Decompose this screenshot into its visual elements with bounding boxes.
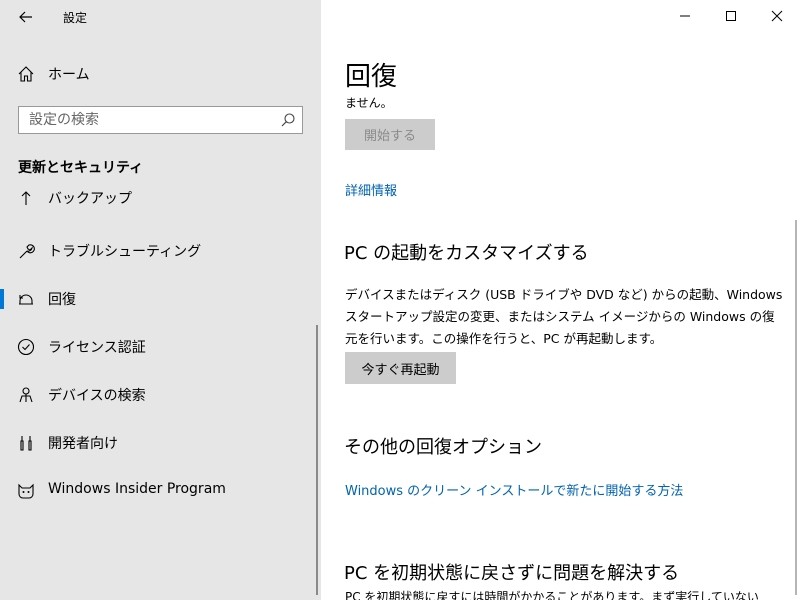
minimize-icon <box>680 15 690 17</box>
recovery-icon <box>16 289 36 309</box>
sidebar-item-label: 回復 <box>48 292 76 308</box>
clipped-description-text: ません。 <box>345 96 393 110</box>
sidebar: 設定 ホーム 更新とセキュリティ バックアップ <box>0 0 321 600</box>
clean-install-link[interactable]: Windows のクリーン インストールで新たに開始する方法 <box>345 480 683 499</box>
settings-search-input[interactable] <box>19 108 269 132</box>
start-button[interactable]: 開始する <box>345 119 435 150</box>
custom-startup-heading: PC の起動をカスタマイズする <box>344 243 589 264</box>
back-arrow-icon <box>19 11 32 23</box>
sidebar-item-insider[interactable]: Windows Insider Program <box>0 467 321 515</box>
other-options-heading: その他の回復オプション <box>344 437 542 458</box>
details-link[interactable]: 詳細情報 <box>345 180 397 199</box>
sidebar-item-label: トラブルシューティング <box>48 244 202 260</box>
custom-startup-description: デバイスまたはディスク (USB ドライブや DVD など) からの起動、Win… <box>345 287 783 346</box>
check-circle-icon <box>16 337 36 357</box>
active-indicator <box>0 289 4 309</box>
sidebar-item-label: Windows Insider Program <box>48 481 226 497</box>
sidebar-item-label: バックアップ <box>48 191 132 207</box>
fix-without-reset-description: PC を初期状態に戻すには時間がかかることがあります。まず実行していない <box>345 590 759 600</box>
main-scrollbar[interactable] <box>795 220 797 595</box>
wrench-icon <box>16 241 36 261</box>
minimize-button[interactable] <box>662 0 708 32</box>
sidebar-item-label: 開発者向け <box>48 436 118 452</box>
settings-search-box[interactable] <box>18 106 303 134</box>
sidebar-item-activation[interactable]: ライセンス認証 <box>0 323 321 371</box>
sidebar-item-backup[interactable]: バックアップ <box>0 182 321 230</box>
sidebar-item-label: デバイスの検索 <box>48 388 146 404</box>
sidebar-item-home[interactable]: ホーム <box>0 56 321 92</box>
search-icon[interactable] <box>280 112 296 128</box>
restart-now-button[interactable]: 今すぐ再起動 <box>345 352 456 384</box>
app-title: 設定 <box>63 11 88 25</box>
sidebar-item-find-device[interactable]: デバイスの検索 <box>0 371 321 419</box>
fix-without-reset-heading: PC を初期状態に戻さずに問題を解決する <box>344 563 680 584</box>
sidebar-nav-list: バックアップ トラブルシューティング 回復 ライセンス認証 デバイスの検索 開発… <box>0 182 321 600</box>
main-content: 回復 ません。 開始する 詳細情報 PC の起動をカスタマイズする デバイスまた… <box>321 0 800 600</box>
section-heading: 更新とセキュリティ <box>18 160 144 176</box>
sidebar-item-label: ライセンス認証 <box>48 340 146 356</box>
maximize-icon <box>726 11 736 21</box>
page-title: 回復 <box>345 62 398 92</box>
person-pin-icon <box>16 385 36 405</box>
sidebar-scrollbar[interactable] <box>316 325 318 595</box>
developer-tools-icon <box>16 433 36 453</box>
home-label: ホーム <box>48 67 90 83</box>
sidebar-item-recovery[interactable]: 回復 <box>0 275 321 323</box>
close-icon <box>771 10 783 22</box>
insider-cat-icon <box>16 481 36 501</box>
home-icon <box>16 64 36 84</box>
sidebar-item-troubleshoot[interactable]: トラブルシューティング <box>0 227 321 275</box>
back-button[interactable] <box>12 4 40 30</box>
close-button[interactable] <box>754 0 800 32</box>
sidebar-item-developers[interactable]: 開発者向け <box>0 419 321 467</box>
maximize-button[interactable] <box>708 0 754 32</box>
backup-icon <box>16 188 36 208</box>
